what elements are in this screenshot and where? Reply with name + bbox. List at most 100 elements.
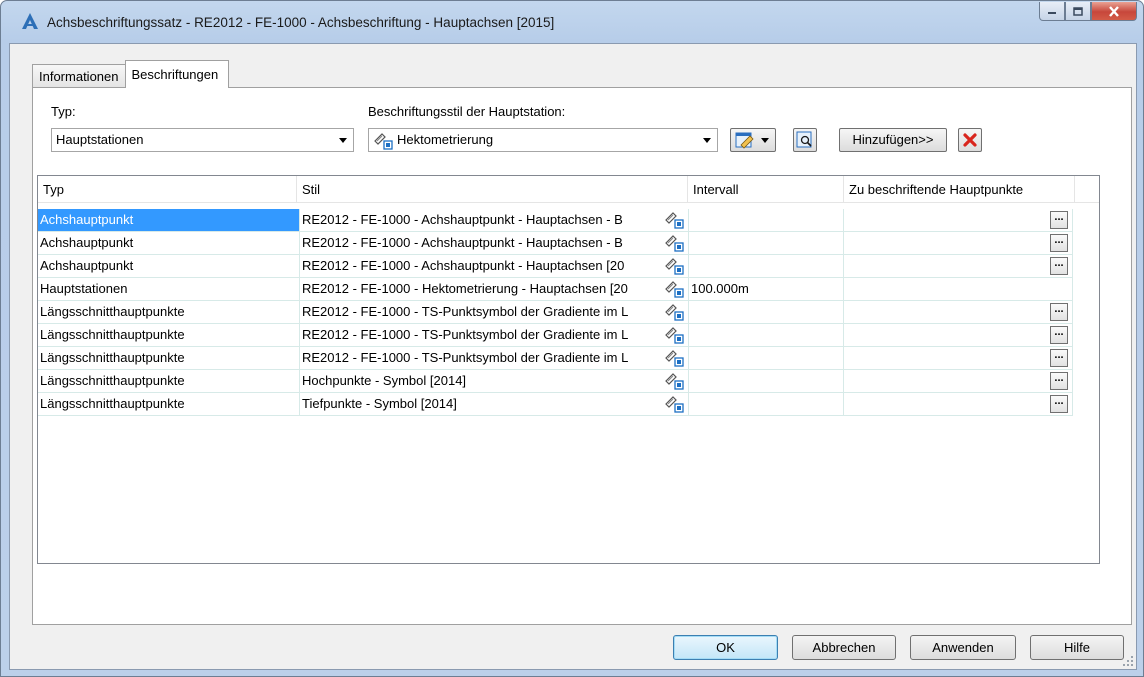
label-style-icon[interactable] — [664, 280, 684, 298]
cell-stil-text: Hochpunkte - Symbol [2014] — [302, 373, 467, 388]
cell-intervall[interactable] — [689, 370, 844, 393]
cell-stil-text: RE2012 - FE-1000 - TS-Punktsymbol der Gr… — [302, 304, 629, 319]
chevron-down-icon — [339, 138, 347, 143]
label-style-icon[interactable] — [664, 257, 684, 275]
cell-intervall[interactable]: 100.000m — [689, 278, 844, 301]
close-icon — [1109, 5, 1119, 17]
cell-typ[interactable]: Längsschnitthauptpunkte — [38, 393, 300, 416]
ellipsis-button[interactable]: ... — [1050, 326, 1068, 344]
ok-button[interactable]: OK — [673, 635, 778, 660]
table-row[interactable]: Längsschnitthauptpunkte RE2012 - FE-1000 … — [38, 301, 1078, 324]
cell-stil[interactable]: RE2012 - FE-1000 - TS-Punktsymbol der Gr… — [300, 301, 689, 324]
delete-icon — [963, 133, 977, 147]
label-style-icon[interactable] — [664, 372, 684, 390]
cell-hauptpunkte: ... — [844, 393, 1073, 416]
cell-hauptpunkte: ... — [844, 301, 1073, 324]
table-row[interactable]: Längsschnitthauptpunkte RE2012 - FE-1000 … — [38, 324, 1078, 347]
add-button[interactable]: Hinzufügen>> — [839, 128, 947, 152]
cell-stil-text: RE2012 - FE-1000 - Achshauptpunkt - Haup… — [302, 258, 625, 273]
table-row[interactable]: Längsschnitthauptpunkte Hochpunkte - Symb… — [38, 370, 1078, 393]
style-dropdown[interactable]: Hektometrierung — [368, 128, 718, 152]
table-row[interactable]: Längsschnitthauptpunkte RE2012 - FE-1000 … — [38, 347, 1078, 370]
label-style-icon[interactable] — [664, 211, 684, 229]
cell-intervall[interactable] — [689, 209, 844, 232]
minimize-icon — [1048, 12, 1056, 14]
apply-button[interactable]: Anwenden — [910, 635, 1016, 660]
column-header-intervall[interactable]: Intervall — [688, 176, 844, 203]
ellipsis-button[interactable]: ... — [1050, 349, 1068, 367]
ellipsis-button[interactable]: ... — [1050, 372, 1068, 390]
cell-stil[interactable]: Tiefpunkte - Symbol [2014] — [300, 393, 689, 416]
table-row[interactable]: Achshauptpunkt RE2012 - FE-1000 - Achshau… — [38, 255, 1078, 278]
cell-hauptpunkte: ... — [844, 324, 1073, 347]
ellipsis-button[interactable]: ... — [1050, 234, 1068, 252]
minimize-button[interactable] — [1039, 2, 1065, 21]
tab-beschriftungen[interactable]: Beschriftungen — [124, 60, 230, 88]
cell-typ[interactable]: Längsschnitthauptpunkte — [38, 301, 300, 324]
cell-stil[interactable]: RE2012 - FE-1000 - TS-Punktsymbol der Gr… — [300, 347, 689, 370]
cell-stil[interactable]: RE2012 - FE-1000 - Achshauptpunkt - Haup… — [300, 255, 689, 278]
cell-intervall[interactable] — [689, 255, 844, 278]
cell-typ[interactable]: Achshauptpunkt — [38, 232, 300, 255]
cell-stil-text: RE2012 - FE-1000 - Achshauptpunkt - Haup… — [302, 235, 623, 250]
label-style-icon[interactable] — [664, 326, 684, 344]
autocad-civil-icon — [22, 13, 38, 29]
table-row[interactable]: Hauptstationen RE2012 - FE-1000 - Hektome… — [38, 278, 1078, 301]
typ-dropdown[interactable]: Hauptstationen — [51, 128, 354, 152]
cell-intervall[interactable] — [689, 393, 844, 416]
preview-icon — [796, 131, 812, 148]
cell-typ[interactable]: Längsschnitthauptpunkte — [38, 370, 300, 393]
cell-hauptpunkte: ... — [844, 209, 1073, 232]
window-title: Achsbeschriftungssatz - RE2012 - FE-1000… — [47, 15, 555, 30]
cell-hauptpunkte: ... — [844, 255, 1073, 278]
cell-intervall[interactable] — [689, 347, 844, 370]
maximize-button[interactable] — [1065, 2, 1091, 21]
cell-typ[interactable]: Achshauptpunkt — [38, 209, 300, 232]
cell-hauptpunkte — [844, 278, 1073, 301]
close-button[interactable] — [1091, 2, 1137, 21]
ellipsis-button[interactable]: ... — [1050, 395, 1068, 413]
cell-typ[interactable]: Hauptstationen — [38, 278, 300, 301]
edit-style-split-button[interactable] — [730, 128, 776, 152]
cell-intervall[interactable] — [689, 232, 844, 255]
column-header-stil[interactable]: Stil — [297, 176, 688, 203]
cell-stil[interactable]: RE2012 - FE-1000 - TS-Punktsymbol der Gr… — [300, 324, 689, 347]
typ-dropdown-value: Hauptstationen — [56, 132, 144, 147]
label-style-icon[interactable] — [664, 303, 684, 321]
cell-stil[interactable]: RE2012 - FE-1000 - Hektometrierung - Hau… — [300, 278, 689, 301]
ellipsis-button[interactable]: ... — [1050, 303, 1068, 321]
column-header-typ[interactable]: Typ — [38, 176, 297, 203]
cell-stil-text: RE2012 - FE-1000 - Hektometrierung - Hau… — [302, 281, 628, 296]
cell-typ[interactable]: Achshauptpunkt — [38, 255, 300, 278]
cell-stil[interactable]: RE2012 - FE-1000 - Achshauptpunkt - Haup… — [300, 232, 689, 255]
maximize-icon — [1073, 6, 1083, 16]
tab-strip: Informationen Beschriftungen — [32, 60, 230, 88]
cell-stil[interactable]: Hochpunkte - Symbol [2014] — [300, 370, 689, 393]
table-row[interactable]: Achshauptpunkt RE2012 - FE-1000 - Achshau… — [38, 209, 1078, 232]
cell-typ[interactable]: Längsschnitthauptpunkte — [38, 347, 300, 370]
cell-intervall[interactable] — [689, 301, 844, 324]
cell-typ[interactable]: Längsschnitthauptpunkte — [38, 324, 300, 347]
typ-label: Typ: — [51, 104, 76, 119]
title-bar[interactable]: Achsbeschriftungssatz - RE2012 - FE-1000… — [1, 1, 1143, 43]
ellipsis-button[interactable]: ... — [1050, 211, 1068, 229]
help-button[interactable]: Hilfe — [1030, 635, 1124, 660]
label-style-icon[interactable] — [664, 234, 684, 252]
column-header-hauptpunkte[interactable]: Zu beschriftende Hauptpunkte — [844, 176, 1075, 203]
preview-style-button[interactable] — [793, 128, 817, 152]
cancel-button[interactable]: Abbrechen — [792, 635, 896, 660]
table-row[interactable]: Längsschnitthauptpunkte Tiefpunkte - Symb… — [38, 393, 1078, 416]
tab-informationen[interactable]: Informationen — [32, 64, 126, 88]
delete-button[interactable] — [958, 128, 982, 152]
resize-grip-icon[interactable] — [1122, 655, 1134, 667]
cell-stil[interactable]: RE2012 - FE-1000 - Achshauptpunkt - Haup… — [300, 209, 689, 232]
cell-intervall[interactable] — [689, 324, 844, 347]
table-row[interactable]: Achshauptpunkt RE2012 - FE-1000 - Achshau… — [38, 232, 1078, 255]
cell-stil-text: RE2012 - FE-1000 - TS-Punktsymbol der Gr… — [302, 350, 629, 365]
dialog-window: Achsbeschriftungssatz - RE2012 - FE-1000… — [0, 0, 1144, 677]
ellipsis-button[interactable]: ... — [1050, 257, 1068, 275]
label-style-icon[interactable] — [664, 349, 684, 367]
cell-stil-text: RE2012 - FE-1000 - Achshauptpunkt - Haup… — [302, 212, 623, 227]
label-style-icon — [374, 132, 393, 150]
label-style-icon[interactable] — [664, 395, 684, 413]
